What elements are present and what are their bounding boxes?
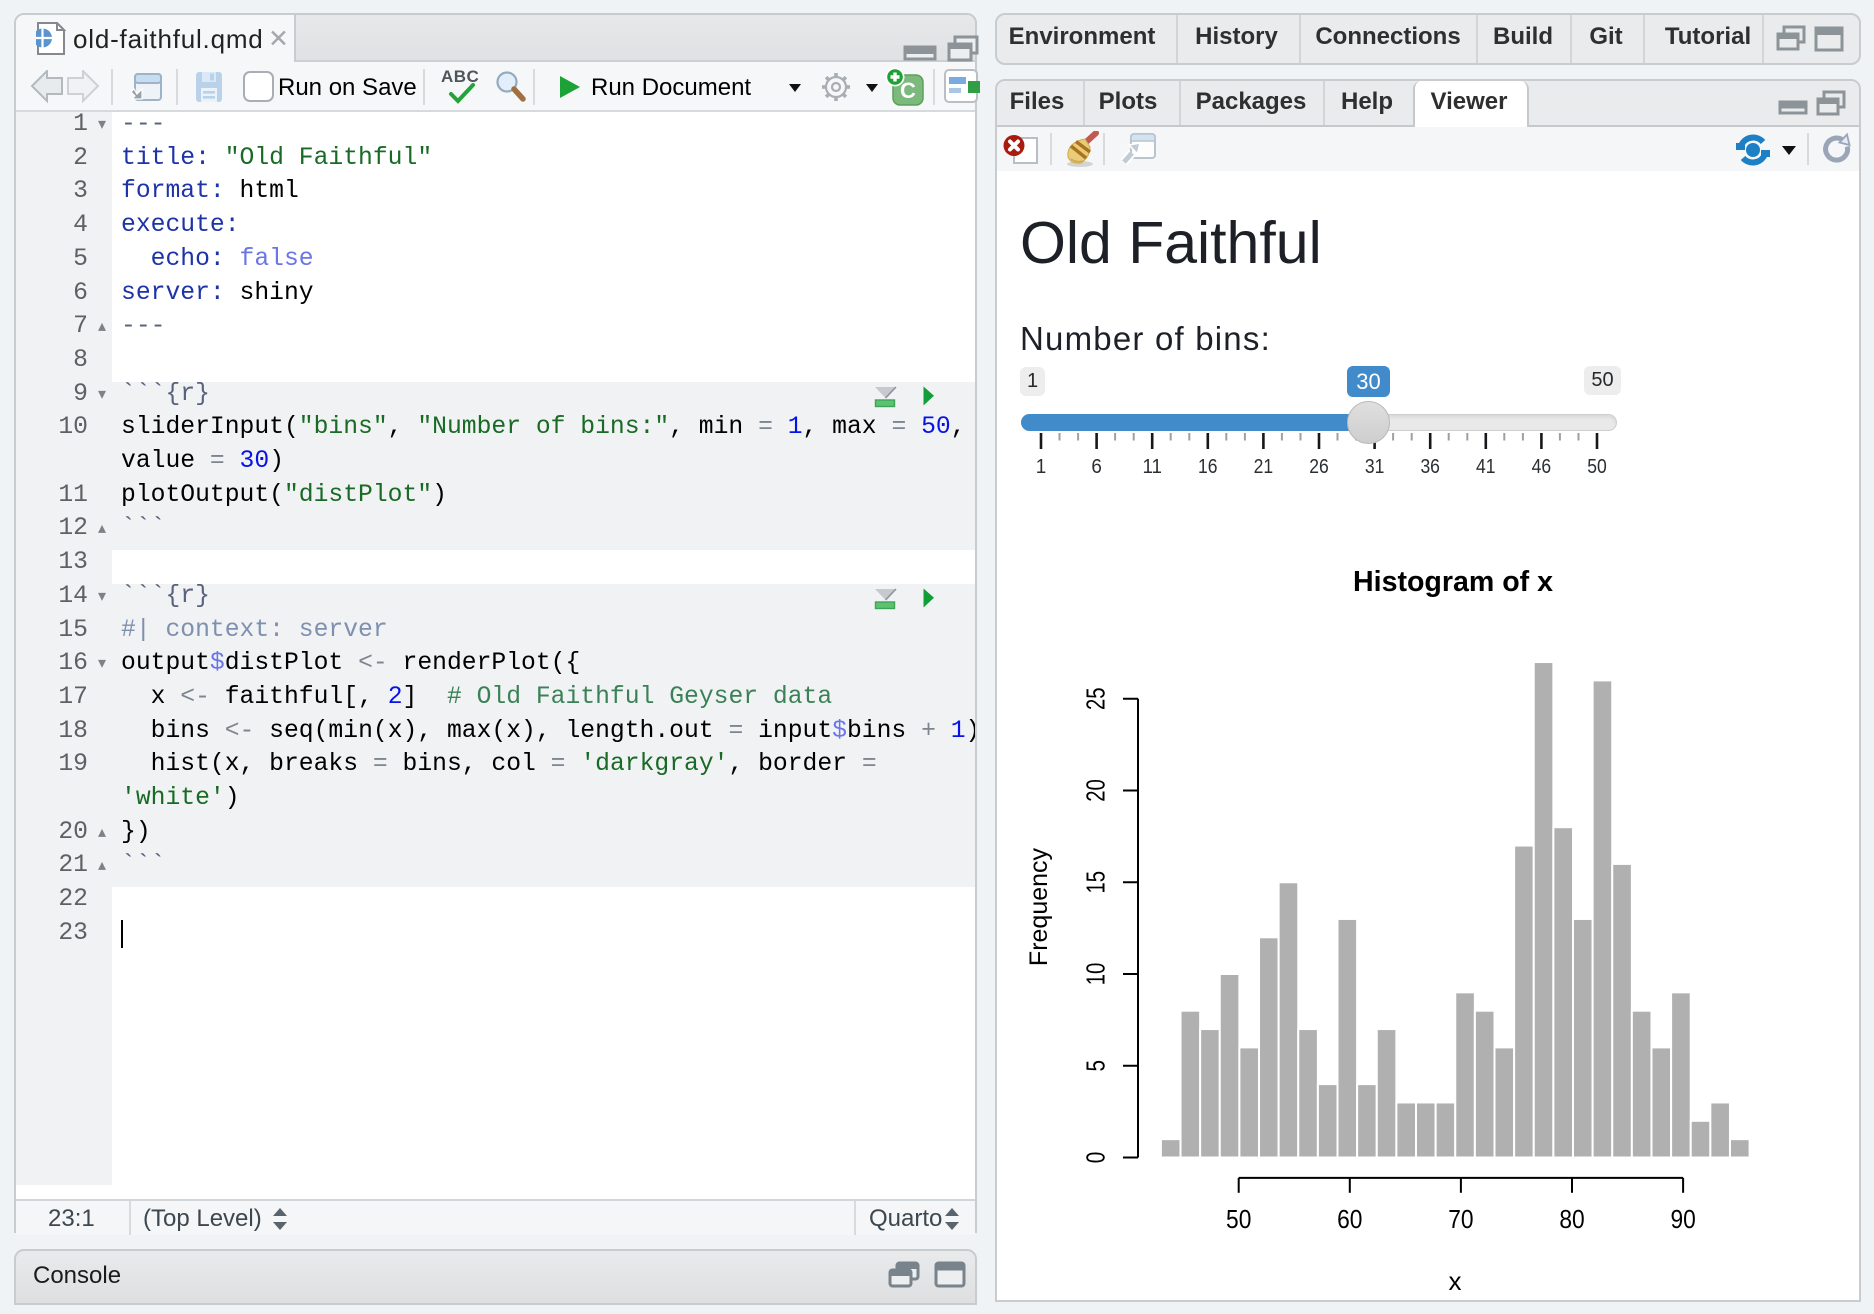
svg-text:21: 21 xyxy=(1254,456,1274,478)
svg-text:0: 0 xyxy=(1081,1152,1111,1164)
svg-text:15: 15 xyxy=(1081,871,1111,894)
svg-text:41: 41 xyxy=(1476,456,1496,478)
svg-text:90: 90 xyxy=(1670,1204,1695,1234)
svg-text:10: 10 xyxy=(1081,963,1111,986)
svg-text:80: 80 xyxy=(1559,1204,1584,1234)
svg-text:70: 70 xyxy=(1448,1204,1473,1234)
svg-text:50: 50 xyxy=(1226,1204,1251,1234)
svg-text:20: 20 xyxy=(1081,779,1111,802)
svg-text:31: 31 xyxy=(1365,456,1385,478)
svg-text:36: 36 xyxy=(1420,456,1440,478)
svg-text:1: 1 xyxy=(1036,456,1047,478)
svg-text:50: 50 xyxy=(1587,456,1607,478)
svg-text:25: 25 xyxy=(1081,687,1111,710)
svg-text:46: 46 xyxy=(1532,456,1552,478)
svg-text:11: 11 xyxy=(1142,456,1162,478)
svg-text:26: 26 xyxy=(1309,456,1329,478)
svg-text:6: 6 xyxy=(1091,456,1102,478)
svg-text:16: 16 xyxy=(1198,456,1218,478)
svg-text:Frequency: Frequency xyxy=(1025,847,1053,966)
svg-text:Histogram of x: Histogram of x xyxy=(1353,566,1553,598)
svg-text:5: 5 xyxy=(1081,1060,1111,1072)
svg-text:60: 60 xyxy=(1337,1204,1362,1234)
svg-text:x: x xyxy=(1449,1266,1462,1296)
